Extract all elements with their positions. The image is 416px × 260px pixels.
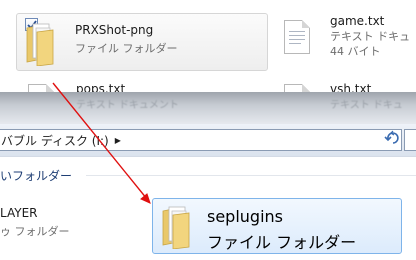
folder-type: ゥ フォルダー [0,225,70,238]
ghost-text: テキスト ドキュメント [76,100,179,111]
bottom-explorer-pane: LAYER ゥ フォルダー seplugins ファイル フォルダー [0,192,416,260]
file-item-vsh-txt[interactable]: vsh.txt [284,80,416,92]
file-item-pops-txt[interactable]: pops.txt [28,80,228,92]
top-explorer-pane: PRXShot-png ファイル フォルダー game.txt テキスト ドキュ… [0,0,416,92]
file-name: pops.txt [76,82,126,92]
text-file-icon [284,84,310,92]
screenshot-frame: PRXShot-png ファイル フォルダー game.txt テキスト ドキュ… [0,0,416,260]
folder-name: LAYER [0,206,38,220]
refresh-icon[interactable] [382,128,402,148]
folder-type: ファイル フォルダー [75,42,178,55]
ghost-text: テキスト ドキュ [330,100,403,111]
file-name: game.txt [330,14,385,28]
folder-icon [23,20,57,70]
text-file-icon [28,84,54,92]
section-header: いフォルダー [0,156,416,192]
file-item-game-txt[interactable]: game.txt テキスト ドキュ 44 バイト [284,14,416,74]
file-type: テキスト ドキュ [330,30,411,43]
folder-icon [159,203,193,253]
section-divider [86,175,416,176]
file-size: 44 バイト [330,45,381,58]
search-input[interactable] [404,129,416,151]
folder-name: PRXShot-png [75,23,154,37]
window-overlap-shadow: テキスト ドキュメント テキスト ドキュ [0,92,416,124]
file-name: vsh.txt [330,82,372,92]
breadcrumb-drive[interactable]: バブル ディスク (I:) [0,132,109,149]
breadcrumb[interactable]: バブル ディスク (I:) ▶ [0,129,402,151]
address-bar: バブル ディスク (I:) ▶ [0,124,416,156]
breadcrumb-chevron-icon[interactable]: ▶ [115,136,121,145]
folder-item-prxshot-png[interactable]: PRXShot-png ファイル フォルダー [16,13,268,71]
folder-type: ファイル フォルダー [207,233,357,252]
folder-name: seplugins [207,207,283,226]
section-label: いフォルダー [0,169,73,183]
folder-item-layer[interactable]: LAYER ゥ フォルダー [0,206,140,250]
folder-item-seplugins[interactable]: seplugins ファイル フォルダー [152,198,402,254]
text-file-icon [284,20,310,54]
